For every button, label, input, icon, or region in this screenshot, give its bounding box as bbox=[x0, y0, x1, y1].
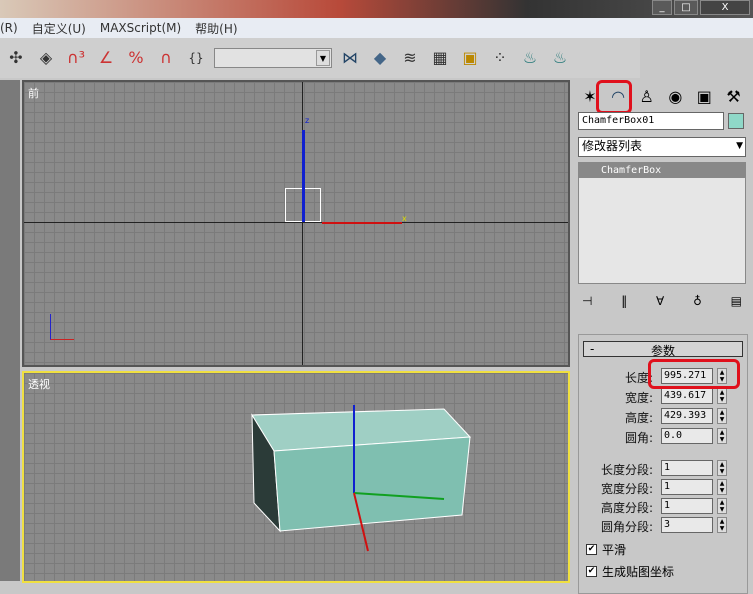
fillet-input[interactable]: 0.0 bbox=[661, 428, 713, 444]
curve-editor-icon[interactable]: ▦ bbox=[428, 46, 452, 70]
spinner[interactable]: ▲ ▼ bbox=[717, 388, 727, 404]
percent-snap-icon[interactable]: % bbox=[124, 46, 148, 70]
spinner[interactable]: ▲ ▼ bbox=[717, 408, 727, 424]
param-label: 圆角: bbox=[624, 431, 653, 445]
hierarchy-icon[interactable]: ♙ bbox=[640, 87, 654, 106]
param-label: 高度分段: bbox=[600, 501, 653, 515]
chamferbox-object[interactable] bbox=[24, 373, 572, 585]
configure-sets-icon[interactable]: ▤ bbox=[731, 294, 742, 308]
spinner[interactable]: ▲ ▼ bbox=[717, 479, 727, 495]
smooth-label: 平滑 bbox=[602, 543, 627, 557]
fillet-segs-input[interactable]: 3 bbox=[661, 517, 713, 533]
corner-axis-tripod bbox=[50, 314, 74, 340]
left-viewport-strip bbox=[0, 80, 20, 581]
width-segs-input[interactable]: 1 bbox=[661, 479, 713, 495]
height-input[interactable]: 429.393 bbox=[661, 408, 713, 424]
command-panel: ✶ ◠ ♙ ◉ ▣ ⚒ ChamferBox01 修改器列表 ▼ ChamferB… bbox=[572, 78, 753, 594]
title-bar: _ □ X bbox=[0, 0, 753, 18]
smooth-checkbox[interactable]: ✔ bbox=[586, 544, 597, 555]
length-highlight bbox=[648, 359, 740, 389]
minimize-button[interactable]: _ bbox=[652, 0, 672, 15]
rollout-header[interactable]: - 参数 bbox=[583, 341, 743, 358]
remove-modifier-icon[interactable]: ♁ bbox=[693, 294, 702, 308]
viewport-label[interactable]: 前 bbox=[28, 85, 39, 101]
named-selection-icon[interactable]: {} bbox=[184, 46, 208, 70]
layers-icon[interactable]: ≋ bbox=[398, 46, 422, 70]
pin-stack-icon[interactable]: ⊣ bbox=[582, 294, 592, 308]
modify-tab-highlight bbox=[596, 80, 632, 114]
param-fillet: 圆角: 0.0 ▲ ▼ bbox=[572, 426, 753, 446]
spinner-snap-icon[interactable]: ∩ bbox=[154, 46, 178, 70]
render-setup-icon[interactable]: ♨ bbox=[518, 46, 542, 70]
modifier-list-label: 修改器列表 bbox=[582, 139, 643, 153]
chevron-down-icon[interactable]: ▼ bbox=[316, 50, 330, 66]
close-button[interactable]: X bbox=[700, 0, 750, 15]
stack-item[interactable]: ChamferBox bbox=[579, 163, 745, 178]
main-toolbar: ✣ ◈ ∩³ ∠ % ∩ {} ▼ ⋈ ◆ ≋ ▦ ▣ ⁘ ♨ ♨ bbox=[0, 38, 640, 78]
z-axis-gizmo bbox=[302, 130, 305, 222]
z-axis-label: z bbox=[305, 116, 310, 125]
front-viewport[interactable]: 前 z x bbox=[22, 80, 570, 367]
align-icon[interactable]: ◆ bbox=[368, 46, 392, 70]
perspective-viewport[interactable]: 透视 bbox=[22, 371, 570, 583]
menu-help[interactable]: 帮助(H) bbox=[195, 20, 237, 37]
spinner[interactable]: ▲ ▼ bbox=[717, 460, 727, 476]
param-label: 圆角分段: bbox=[600, 520, 653, 534]
object-color-swatch[interactable] bbox=[728, 113, 744, 129]
param-width-segs: 宽度分段: 1 ▲ ▼ bbox=[572, 477, 753, 497]
x-axis-label: x bbox=[402, 214, 407, 223]
param-width: 宽度: 439.617 ▲ ▼ bbox=[572, 386, 753, 406]
spinner[interactable]: ▲ ▼ bbox=[717, 428, 727, 444]
snap-3-icon[interactable]: ∩³ bbox=[64, 46, 88, 70]
utilities-icon[interactable]: ⚒ bbox=[726, 87, 740, 106]
rollout-title: 参数 bbox=[650, 344, 675, 358]
param-label: 高度: bbox=[624, 411, 653, 425]
param-height: 高度: 429.393 ▲ ▼ bbox=[572, 406, 753, 426]
spinner[interactable]: ▲ ▼ bbox=[717, 498, 727, 514]
mirror-icon[interactable]: ⋈ bbox=[338, 46, 362, 70]
modifier-stack[interactable]: ChamferBox bbox=[578, 162, 746, 284]
menu-customize[interactable]: 自定义(U) bbox=[32, 20, 86, 37]
length-segs-input[interactable]: 1 bbox=[661, 460, 713, 476]
param-label: 宽度分段: bbox=[600, 482, 653, 496]
box-icon[interactable]: ◈ bbox=[34, 46, 58, 70]
named-selection-dropdown[interactable]: ▼ bbox=[214, 48, 332, 68]
width-input[interactable]: 439.617 bbox=[661, 388, 713, 404]
chevron-down-icon[interactable]: ▼ bbox=[736, 138, 743, 154]
object-name-field[interactable]: ChamferBox01 bbox=[578, 112, 724, 130]
make-unique-icon[interactable]: ∀ bbox=[656, 294, 664, 308]
motion-icon[interactable]: ◉ bbox=[668, 87, 682, 106]
create-icon[interactable]: ✶ bbox=[583, 87, 596, 106]
show-end-result-icon[interactable]: ‖ bbox=[621, 294, 627, 308]
param-label: 宽度: bbox=[624, 391, 653, 405]
param-fillet-segs: 圆角分段: 3 ▲ ▼ bbox=[572, 515, 753, 535]
link-icon[interactable]: ✣ bbox=[4, 46, 28, 70]
param-label: 长度分段: bbox=[600, 463, 653, 477]
grid-axis-horizontal bbox=[24, 222, 568, 223]
gen-mapping-label: 生成贴图坐标 bbox=[602, 565, 675, 579]
schematic-icon[interactable]: ▣ bbox=[458, 46, 482, 70]
grid-axis-vertical bbox=[302, 82, 303, 365]
toolbar-end bbox=[640, 38, 753, 78]
height-segs-input[interactable]: 1 bbox=[661, 498, 713, 514]
angle-snap-icon[interactable]: ∠ bbox=[94, 46, 118, 70]
stack-toolbar: ⊣ ‖ ∀ ♁ ▤ bbox=[582, 294, 742, 308]
gen-mapping-checkbox[interactable]: ✔ bbox=[586, 566, 597, 577]
spinner[interactable]: ▲ ▼ bbox=[717, 517, 727, 533]
maximize-button[interactable]: □ bbox=[674, 0, 698, 15]
menu-render[interactable]: (R) bbox=[0, 21, 18, 35]
modifier-list-dropdown[interactable]: 修改器列表 ▼ bbox=[578, 137, 746, 157]
x-axis-gizmo bbox=[322, 222, 402, 224]
param-height-segs: 高度分段: 1 ▲ ▼ bbox=[572, 496, 753, 516]
menu-bar: (R) 自定义(U) MAXScript(M) 帮助(H) bbox=[0, 18, 753, 38]
material-editor-icon[interactable]: ⁘ bbox=[488, 46, 512, 70]
display-icon[interactable]: ▣ bbox=[697, 87, 712, 106]
rollout-toggle: - bbox=[590, 342, 595, 356]
param-length-segs: 长度分段: 1 ▲ ▼ bbox=[572, 458, 753, 478]
render-icon[interactable]: ♨ bbox=[548, 46, 572, 70]
menu-maxscript[interactable]: MAXScript(M) bbox=[100, 21, 181, 35]
